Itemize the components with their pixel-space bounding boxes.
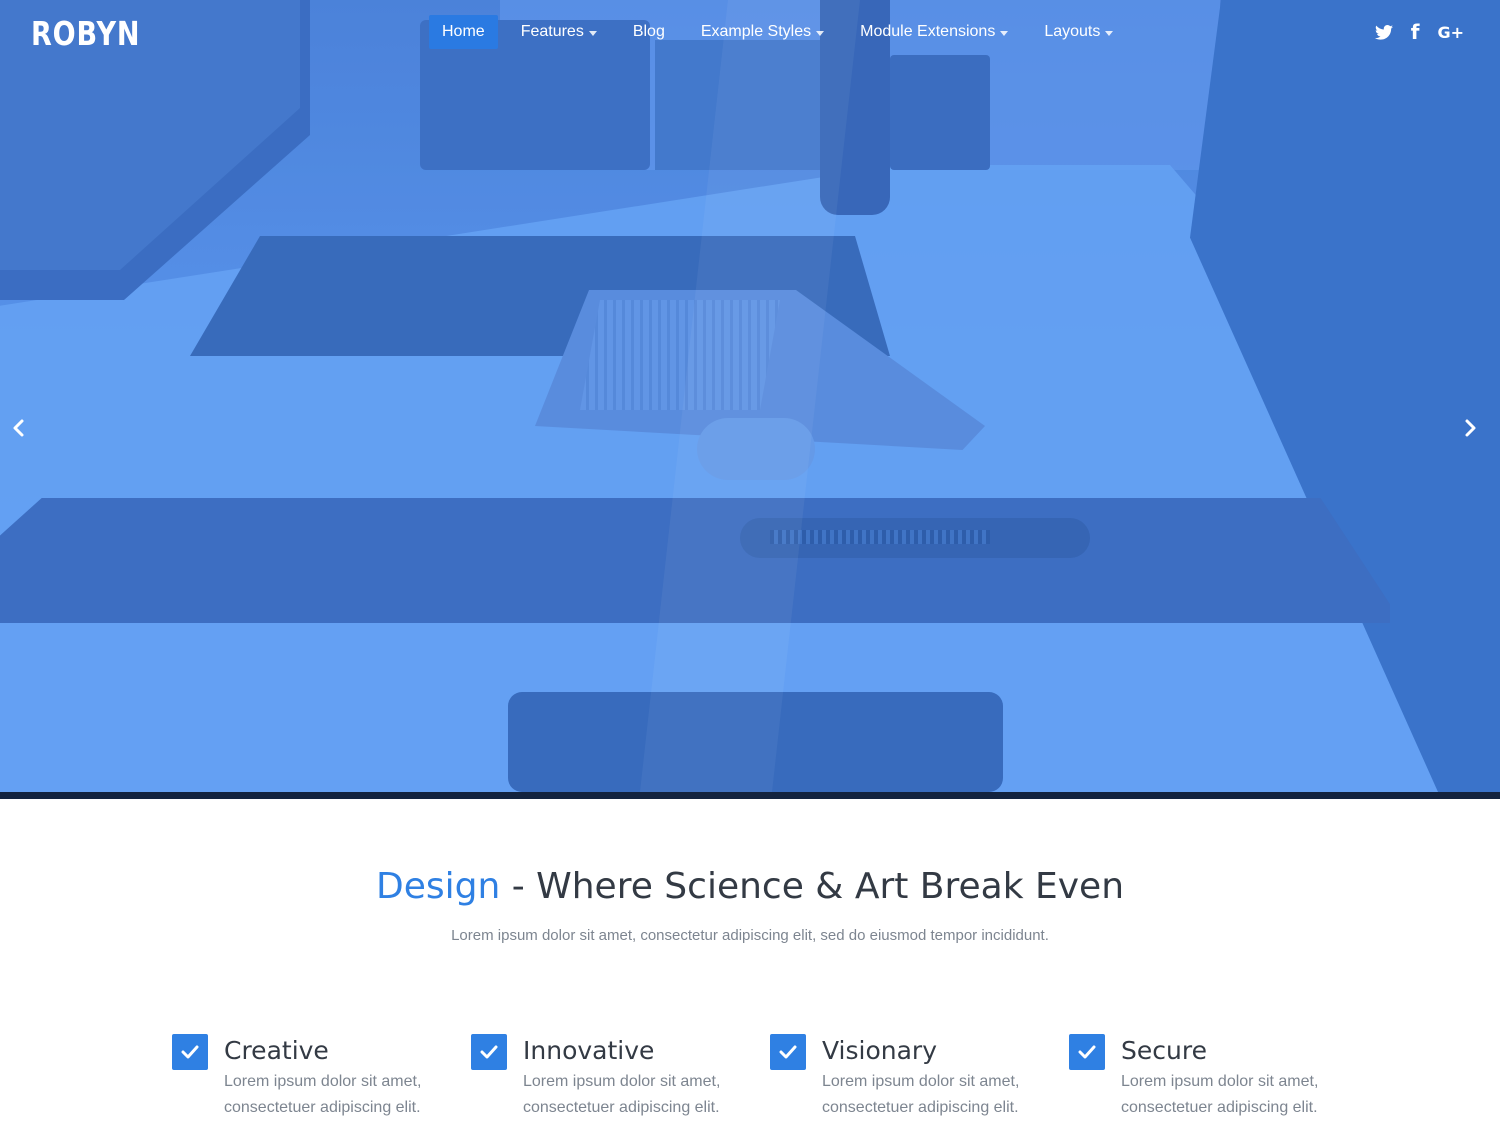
hero-bottom-bar <box>0 792 1500 799</box>
feature-description: Lorem ipsum dolor sit amet, consectetuer… <box>822 1073 1020 1116</box>
social-links: f G+ <box>1357 20 1464 44</box>
nav-item-home[interactable]: Home <box>429 15 498 49</box>
nav-item-label: Home <box>442 23 485 40</box>
section-subline: Lorem ipsum dolor sit amet, consectetur … <box>451 927 1049 944</box>
headline-text: - Where Science & Art Break Even <box>500 866 1125 907</box>
nav-item-layouts[interactable]: Layouts <box>1031 15 1126 49</box>
feature-title: Visionary <box>822 1036 938 1065</box>
section-headline: Design - Where Science & Art Break Even <box>0 866 1500 907</box>
caret-down-icon <box>816 30 825 36</box>
feature-title: Innovative <box>523 1036 655 1065</box>
feature-description: Lorem ipsum dolor sit amet, consectetuer… <box>523 1073 721 1116</box>
main-nav: Home Features Blog Example Styles Module… <box>429 15 1136 49</box>
nav-item-label: Example Styles <box>700 23 812 40</box>
nav-item-label: Blog <box>632 23 665 40</box>
caret-down-icon <box>1105 30 1114 36</box>
checkmark-icon <box>172 1034 208 1070</box>
nav-item-features[interactable]: Features <box>508 15 610 49</box>
facebook-icon[interactable]: f <box>1411 20 1420 44</box>
nav-item-module-extensions[interactable]: Module Extensions <box>847 15 1021 49</box>
feature-description: Lorem ipsum dolor sit amet, consectetuer… <box>224 1073 422 1116</box>
checkmark-icon <box>770 1034 806 1070</box>
nav-item-label: Layouts <box>1044 23 1101 40</box>
feature-description: Lorem ipsum dolor sit amet, consectetuer… <box>1121 1073 1319 1116</box>
chevron-left-icon[interactable] <box>8 417 30 439</box>
checkmark-icon <box>471 1034 507 1070</box>
twitter-icon[interactable] <box>1374 24 1393 40</box>
google-plus-icon[interactable]: G+ <box>1437 23 1464 42</box>
site-logo[interactable]: ROBYN <box>31 14 140 53</box>
caret-down-icon <box>588 30 597 36</box>
nav-item-label: Module Extensions <box>860 23 996 40</box>
checkmark-icon <box>1069 1034 1105 1070</box>
hero-color-overlay <box>0 0 1500 792</box>
nav-item-label: Features <box>520 23 584 40</box>
nav-item-blog[interactable]: Blog <box>620 15 678 49</box>
hero-slider <box>0 0 1500 792</box>
feature-title: Secure <box>1121 1036 1207 1065</box>
headline-accent: Design <box>375 866 501 907</box>
feature-title: Creative <box>224 1036 329 1065</box>
nav-item-example-styles[interactable]: Example Styles <box>688 15 837 49</box>
chevron-right-icon[interactable] <box>1459 417 1481 439</box>
caret-down-icon <box>1000 30 1009 36</box>
